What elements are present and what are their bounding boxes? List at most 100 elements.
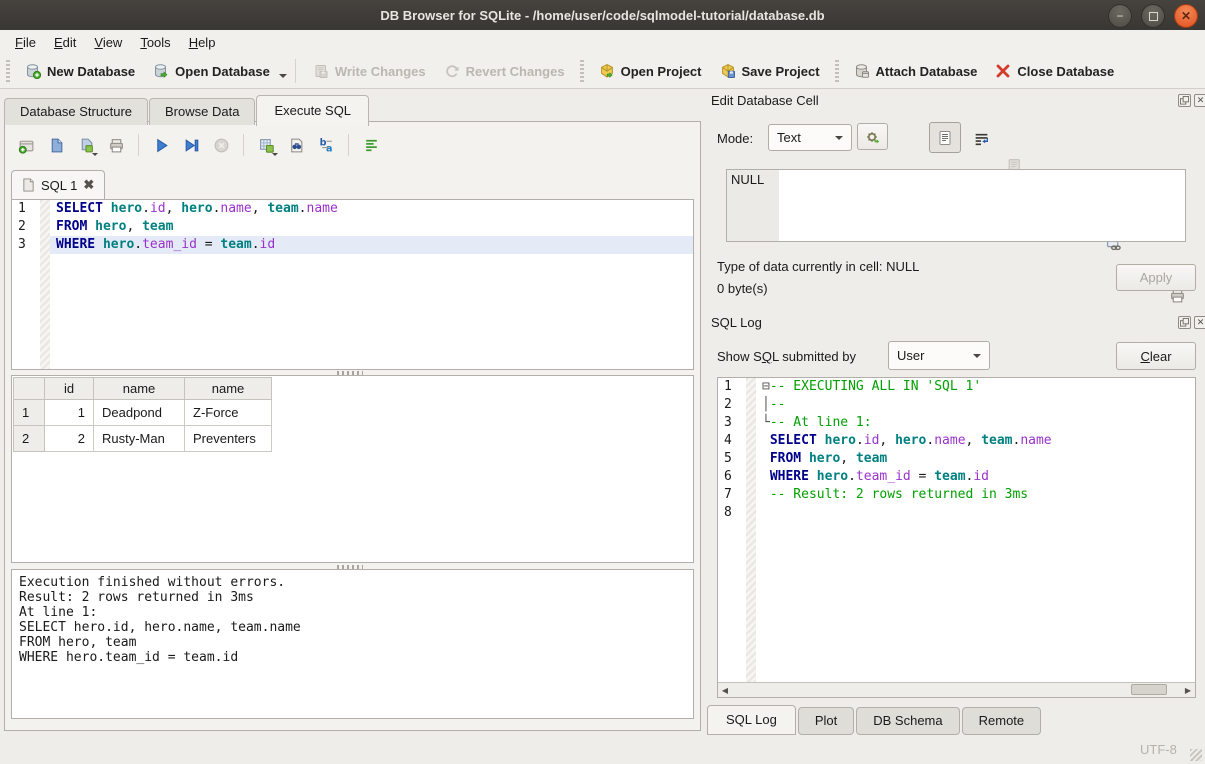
code-text[interactable]: FROM hero, team	[756, 450, 1195, 468]
dock-tab-sql-log[interactable]: SQL Log	[707, 705, 796, 735]
dock-tab-db-schema[interactable]: DB Schema	[856, 707, 959, 735]
save-sql-dropdown-icon[interactable]	[92, 153, 98, 156]
code-text[interactable]: ⊟-- EXECUTING ALL IN 'SQL 1'	[756, 378, 1195, 396]
stop-button[interactable]	[208, 132, 234, 158]
sql-tab-close-icon[interactable]: ✖	[83, 177, 94, 193]
line-number: 2	[12, 218, 40, 236]
code-text[interactable]	[756, 504, 1195, 522]
float-panel-icon[interactable]	[1178, 94, 1191, 107]
scrollbar-thumb[interactable]	[1131, 684, 1167, 695]
row-header[interactable]: 1	[14, 400, 45, 426]
cell[interactable]: Z-Force	[185, 400, 272, 426]
execute-current-line-button[interactable]	[178, 132, 204, 158]
wrap-lines-button[interactable]	[358, 132, 384, 158]
minimize-icon: −	[1116, 10, 1123, 22]
find-button[interactable]	[283, 132, 309, 158]
code-text[interactable]: └-- At line 1:	[756, 414, 1195, 432]
menu-item-tools[interactable]: Tools	[131, 32, 179, 53]
text-document-icon	[937, 130, 953, 146]
tab-database-structure[interactable]: Database Structure	[4, 98, 148, 125]
import-export-settings-button[interactable]	[857, 123, 888, 150]
cell[interactable]: 2	[45, 426, 94, 452]
tab-execute-sql[interactable]: Execute SQL	[256, 95, 369, 126]
cell[interactable]: Rusty-Man	[94, 426, 185, 452]
row-header[interactable]: 2	[14, 426, 45, 452]
scroll-right-icon[interactable]: ▶	[1181, 686, 1195, 695]
execute-all-button[interactable]	[148, 132, 174, 158]
tab-browse-data[interactable]: Browse Data	[149, 98, 255, 125]
cell[interactable]: Preventers	[185, 426, 272, 452]
code-text[interactable]: SELECT hero.id, hero.name, team.name	[756, 432, 1195, 450]
save-results-dropdown-icon[interactable]	[272, 153, 278, 156]
float-panel-icon[interactable]	[1178, 316, 1191, 329]
dock-tab-plot[interactable]: Plot	[798, 707, 854, 735]
cell[interactable]: Deadpond	[94, 400, 185, 426]
save-project-button[interactable]: Save Project	[711, 59, 829, 83]
menu-item-help[interactable]: Help	[180, 32, 225, 53]
code-text[interactable]: FROM hero, team	[50, 218, 693, 236]
encoding-indicator: UTF-8	[1140, 742, 1177, 757]
column-header[interactable]: name	[185, 378, 272, 400]
toolbar-handle[interactable]	[835, 60, 839, 82]
close-panel-icon[interactable]: ✕	[1194, 94, 1205, 107]
open-tab-button[interactable]	[13, 132, 39, 158]
attach-database-button[interactable]: Attach Database	[845, 59, 987, 83]
code-text[interactable]: │--	[756, 396, 1195, 414]
replace-button[interactable]: ba	[313, 132, 339, 158]
code-text[interactable]: WHERE hero.team_id = team.id	[756, 468, 1195, 486]
close-panel-icon[interactable]: ✕	[1194, 316, 1205, 329]
table-corner[interactable]	[14, 378, 45, 400]
print-button[interactable]	[103, 132, 129, 158]
save-sql-file-button[interactable]	[73, 132, 99, 158]
minimize-button[interactable]: −	[1108, 4, 1132, 28]
scroll-left-icon[interactable]: ◀	[718, 686, 732, 695]
sql-log-filter-combobox[interactable]: User	[888, 341, 990, 370]
clear-button[interactable]: Clear	[1116, 342, 1196, 370]
new-database-button[interactable]: New Database	[16, 59, 144, 83]
sql-log-view[interactable]: 1⊟-- EXECUTING ALL IN 'SQL 1'2│--3└-- At…	[717, 377, 1196, 698]
open-database-button[interactable]: Open Database	[144, 59, 279, 83]
code-text[interactable]: WHERE hero.team_id = team.id	[50, 236, 693, 254]
resize-grip[interactable]	[1190, 749, 1202, 761]
fold-margin	[746, 432, 756, 450]
message-area[interactable]: Execution finished without errors. Resul…	[11, 569, 694, 719]
toolbar-separator	[295, 59, 296, 83]
column-header[interactable]: id	[45, 378, 94, 400]
cell[interactable]: 1	[45, 400, 94, 426]
column-header[interactable]: name	[94, 378, 185, 400]
menu-item-edit[interactable]: Edit	[45, 32, 85, 53]
maximize-button[interactable]	[1141, 4, 1165, 28]
mode-combobox[interactable]: Text	[768, 124, 852, 151]
save-results-icon	[258, 137, 275, 154]
revert-changes-icon	[444, 63, 460, 79]
write-changes-button[interactable]: Write Changes	[304, 59, 435, 83]
open-database-dropdown-icon[interactable]	[279, 74, 287, 78]
replace-icon: ba	[318, 137, 335, 154]
word-wrap-button[interactable]	[968, 126, 994, 152]
svg-text:a: a	[325, 143, 331, 154]
menu-item-view[interactable]: View	[85, 32, 131, 53]
sql-tab[interactable]: SQL 1 ✖	[11, 170, 105, 199]
open-project-button[interactable]: Open Project	[590, 59, 711, 83]
dock-tab-remote[interactable]: Remote	[962, 707, 1042, 735]
sql-editor[interactable]: 1SELECT hero.id, hero.name, team.name2FR…	[11, 199, 694, 370]
code-text[interactable]: -- Result: 2 rows returned in 3ms	[756, 486, 1195, 504]
open-sql-file-button[interactable]	[43, 132, 69, 158]
menu-item-file[interactable]: File	[6, 32, 45, 53]
horizontal-scrollbar[interactable]: ◀ ▶	[718, 682, 1195, 697]
fold-margin	[40, 200, 50, 218]
close-database-button[interactable]: Close Database	[986, 59, 1123, 83]
cell-editor[interactable]: NULL	[726, 169, 1186, 242]
revert-changes-button[interactable]: Revert Changes	[435, 59, 574, 83]
save-results-button[interactable]	[253, 132, 279, 158]
text-mode-button[interactable]	[929, 122, 961, 153]
close-button[interactable]: ✕	[1174, 4, 1198, 28]
code-line: 7 -- Result: 2 rows returned in 3ms	[718, 486, 1195, 504]
apply-button[interactable]: Apply	[1116, 264, 1196, 291]
code-text[interactable]: SELECT hero.id, hero.name, team.name	[50, 200, 693, 218]
maximize-icon	[1149, 12, 1158, 21]
scrollbar-track[interactable]	[732, 683, 1181, 697]
titlebar[interactable]: DB Browser for SQLite - /home/user/code/…	[0, 0, 1205, 31]
toolbar-handle[interactable]	[6, 60, 10, 82]
toolbar-handle[interactable]	[580, 60, 584, 82]
